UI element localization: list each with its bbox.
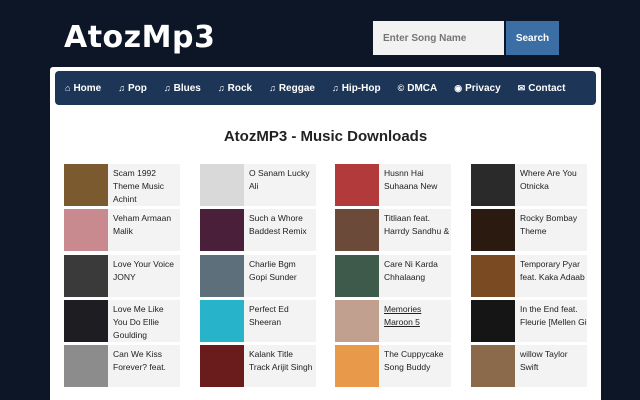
song-title-link[interactable]: Where Are You Otnicka <box>515 164 587 206</box>
song-title-link[interactable]: Husnn Hai Suhaana New <box>379 164 451 206</box>
song-thumbnail[interactable] <box>64 164 108 206</box>
song-thumbnail[interactable] <box>200 209 244 251</box>
home-icon: ⌂ <box>65 83 71 93</box>
song-card[interactable]: Temporary Pyar feat. Kaka Adaab <box>471 255 587 297</box>
song-card[interactable]: Kalank Title Track Arijit Singh <box>200 345 316 387</box>
song-title-link[interactable]: Rocky Bombay Theme <box>515 209 587 251</box>
copyright-icon: © <box>397 83 405 93</box>
song-title-link[interactable]: willow Taylor Swift <box>515 345 587 387</box>
song-thumbnail[interactable] <box>200 164 244 206</box>
song-card[interactable]: Care Ni Karda Chhalaang <box>335 255 451 297</box>
main-nav: ⌂ Home ♫ Pop ♫ Blues ♫ Rock ♫ Reggae ♫ Hip-Hop © DMCA… <box>55 71 596 105</box>
search-button[interactable]: Search <box>506 21 559 55</box>
music-icon: ♫ <box>331 83 339 93</box>
song-thumbnail[interactable] <box>335 345 379 387</box>
nav-label: Blues <box>173 82 201 94</box>
song-thumbnail[interactable] <box>335 209 379 251</box>
nav-label: Rock <box>227 82 253 94</box>
song-card[interactable]: willow Taylor Swift <box>471 345 587 387</box>
song-thumbnail[interactable] <box>335 300 379 342</box>
song-thumbnail[interactable] <box>335 255 379 297</box>
song-card[interactable]: Veham Armaan Malik <box>64 209 180 251</box>
envelope-icon: ✉ <box>517 82 526 93</box>
song-thumbnail[interactable] <box>471 300 515 342</box>
nav-label: Privacy <box>465 82 501 94</box>
nav-item-blues[interactable]: ♫ Blues <box>164 83 201 94</box>
song-card[interactable]: Titliaan feat. Harrdy Sandhu & <box>335 209 451 251</box>
eye-icon: ◉ <box>454 82 463 93</box>
song-card[interactable]: Love Your Voice JONY <box>64 255 180 297</box>
song-title-link[interactable]: Charlie Bgm Gopi Sunder <box>244 255 316 297</box>
nav-item-rock[interactable]: ♫ Rock <box>218 83 252 94</box>
song-title-link[interactable]: O Sanam Lucky Ali <box>244 164 316 206</box>
nav-label: Reggae <box>278 82 315 94</box>
nav-label: DMCA <box>407 82 438 94</box>
main-panel: ⌂ Home ♫ Pop ♫ Blues ♫ Rock ♫ Reggae ♫ Hip-Hop © DMCA… <box>50 67 601 400</box>
song-thumbnail[interactable] <box>64 345 108 387</box>
nav-label: Home <box>73 82 102 94</box>
music-icon: ♫ <box>217 83 225 93</box>
site-logo[interactable]: AtozMp3 <box>64 20 215 55</box>
nav-item-pop[interactable]: ♫ Pop <box>118 83 147 94</box>
nav-item-dmca[interactable]: © DMCA <box>398 83 438 94</box>
nav-item-contact[interactable]: ✉ Contact <box>518 83 566 94</box>
song-thumbnail[interactable] <box>64 300 108 342</box>
nav-item-home[interactable]: ⌂ Home <box>65 83 101 94</box>
song-thumbnail[interactable] <box>471 209 515 251</box>
song-title-link[interactable]: Love Me Like You Do Ellie Goulding <box>108 300 180 342</box>
song-thumbnail[interactable] <box>64 255 108 297</box>
song-card[interactable]: Memories Maroon 5 <box>335 300 451 342</box>
music-icon: ♫ <box>163 83 171 93</box>
song-title-link[interactable]: Can We Kiss Forever? feat. <box>108 345 180 387</box>
song-title-link[interactable]: Kalank Title Track Arijit Singh <box>244 345 316 387</box>
song-thumbnail[interactable] <box>335 164 379 206</box>
search-input[interactable] <box>373 21 504 55</box>
song-card[interactable]: The Cuppycake Song Buddy <box>335 345 451 387</box>
nav-label: Hip-Hop <box>341 82 381 94</box>
nav-item-hip-hop[interactable]: ♫ Hip-Hop <box>332 83 381 94</box>
song-card[interactable]: Such a Whore Baddest Remix <box>200 209 316 251</box>
song-title-link[interactable]: Memories Maroon 5 <box>379 300 451 342</box>
song-title-link[interactable]: Titliaan feat. Harrdy Sandhu & <box>379 209 451 251</box>
song-title-link[interactable]: Love Your Voice JONY <box>108 255 180 297</box>
song-card[interactable]: Where Are You Otnicka <box>471 164 587 206</box>
nav-item-privacy[interactable]: ◉ Privacy <box>454 83 500 94</box>
song-thumbnail[interactable] <box>471 164 515 206</box>
song-thumbnail[interactable] <box>200 300 244 342</box>
song-card[interactable]: O Sanam Lucky Ali <box>200 164 316 206</box>
song-title-link[interactable]: In the End feat. Fleurie [Mellen Gi <box>515 300 587 342</box>
song-card[interactable]: Scam 1992 Theme Music Achint <box>64 164 180 206</box>
song-card[interactable]: In the End feat. Fleurie [Mellen Gi <box>471 300 587 342</box>
song-title-link[interactable]: Care Ni Karda Chhalaang <box>379 255 451 297</box>
song-card[interactable]: Charlie Bgm Gopi Sunder <box>200 255 316 297</box>
nav-label: Contact <box>528 82 566 94</box>
song-title-link[interactable]: Scam 1992 Theme Music Achint <box>108 164 180 206</box>
song-thumbnail[interactable] <box>64 209 108 251</box>
page-title: AtozMP3 - Music Downloads <box>223 128 428 145</box>
song-thumbnail[interactable] <box>200 255 244 297</box>
song-card[interactable]: Rocky Bombay Theme <box>471 209 587 251</box>
song-title-link[interactable]: Such a Whore Baddest Remix <box>244 209 316 251</box>
song-card[interactable]: Love Me Like You Do Ellie Goulding <box>64 300 180 342</box>
nav-label: Pop <box>127 82 147 94</box>
nav-item-reggae[interactable]: ♫ Reggae <box>269 83 315 94</box>
song-card[interactable]: Can We Kiss Forever? feat. <box>64 345 180 387</box>
music-icon: ♫ <box>269 83 276 93</box>
song-card[interactable]: Perfect Ed Sheeran <box>200 300 316 342</box>
song-title-link[interactable]: The Cuppycake Song Buddy <box>379 345 451 387</box>
song-thumbnail[interactable] <box>471 255 515 297</box>
song-thumbnail[interactable] <box>471 345 515 387</box>
music-icon: ♫ <box>118 83 125 93</box>
song-title-link[interactable]: Perfect Ed Sheeran <box>244 300 316 342</box>
song-card[interactable]: Husnn Hai Suhaana New <box>335 164 451 206</box>
song-title-link[interactable]: Veham Armaan Malik <box>108 209 180 251</box>
song-title-link[interactable]: Temporary Pyar feat. Kaka Adaab <box>515 255 587 297</box>
song-thumbnail[interactable] <box>200 345 244 387</box>
